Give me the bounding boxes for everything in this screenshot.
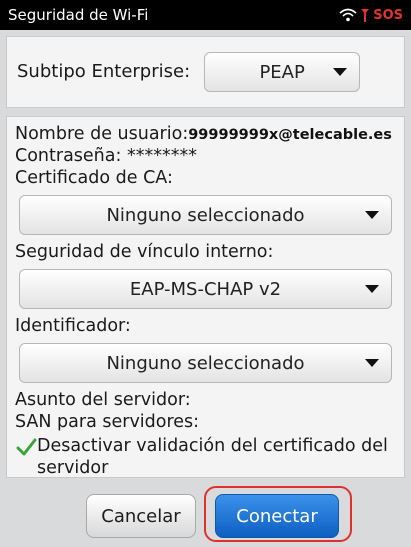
action-bar: Cancelar Conectar	[0, 486, 411, 542]
ca-cert-value: Ninguno seleccionado	[106, 204, 305, 226]
status-icons: SOS	[339, 8, 403, 23]
wifi-security-screen: Subtipo Enterprise: PEAP Nombre de usuar…	[0, 30, 411, 547]
enterprise-subtype-label: Subtipo Enterprise:	[17, 61, 191, 82]
identifier-value: Ninguno seleccionado	[106, 352, 305, 374]
signal-icon	[361, 9, 370, 22]
username-label: Nombre de usuario:	[15, 124, 189, 144]
inner-security-dropdown[interactable]: EAP-MS-CHAP v2	[19, 269, 392, 309]
chevron-down-icon	[365, 285, 379, 293]
disable-validation-label: Desactivar validación del certificado de…	[37, 436, 388, 478]
enterprise-subtype-dropdown[interactable]: PEAP	[204, 52, 361, 92]
cancel-button[interactable]: Cancelar	[86, 494, 196, 538]
username-value: 99999999x@telecable.es	[188, 127, 392, 143]
inner-security-value: EAP-MS-CHAP v2	[129, 278, 282, 300]
chevron-down-icon	[365, 211, 379, 219]
connect-button[interactable]: Conectar	[215, 494, 339, 538]
sos-indicator: SOS	[373, 7, 403, 23]
enterprise-subtype-panel: Subtipo Enterprise: PEAP	[6, 36, 405, 108]
username-row[interactable]: Nombre de usuario: 99999999x@telecable.e…	[15, 123, 396, 145]
server-subject-field[interactable]: Asunto del servidor:	[15, 389, 396, 411]
ca-cert-label: Certificado de CA:	[15, 168, 173, 188]
enterprise-subtype-value: PEAP	[259, 61, 305, 83]
identifier-label: Identificador:	[15, 316, 131, 336]
checkmark-icon	[16, 438, 37, 456]
san-field[interactable]: SAN para servidores:	[15, 411, 396, 433]
credentials-panel: Nombre de usuario: 99999999x@telecable.e…	[6, 116, 405, 478]
screen-title: Seguridad de Wi-Fi	[8, 6, 149, 24]
ca-cert-dropdown[interactable]: Ninguno seleccionado	[19, 195, 392, 235]
identifier-dropdown[interactable]: Ninguno seleccionado	[19, 343, 392, 383]
password-field[interactable]: Contraseña: ********	[15, 145, 396, 167]
disable-validation-checkbox[interactable]: Desactivar validación del certificado de…	[15, 435, 396, 479]
chevron-down-icon	[333, 68, 348, 76]
wifi-icon	[339, 8, 357, 22]
chevron-down-icon	[365, 359, 379, 367]
inner-security-label: Seguridad de vínculo interno:	[15, 242, 274, 262]
status-bar: Seguridad de Wi-Fi SOS	[0, 0, 411, 30]
